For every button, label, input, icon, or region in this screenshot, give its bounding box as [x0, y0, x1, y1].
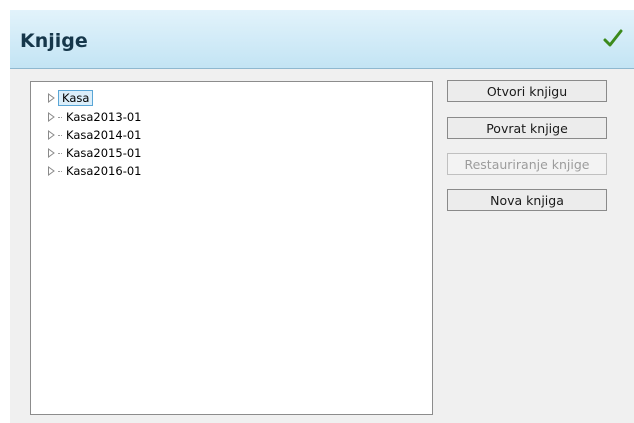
tree-connector: [58, 152, 62, 155]
tree-item-kasa2016[interactable]: Kasa2016-01: [47, 163, 143, 179]
tree-connector: [58, 134, 62, 137]
open-book-button[interactable]: Otvori knjigu: [447, 80, 607, 102]
triangle-right-icon[interactable]: [47, 130, 56, 140]
restore-book-button[interactable]: Restauriranje knjige: [447, 153, 607, 175]
books-dialog: Knjige Kasa Kasa2013-01 Kasa2014-01 Kasa…: [10, 10, 634, 423]
tree-connector: [58, 116, 62, 119]
tree-item-label: Kasa2015-01: [66, 145, 142, 160]
new-book-button[interactable]: Nova knjiga: [447, 189, 607, 211]
tree-item-kasa2015[interactable]: Kasa2015-01: [47, 145, 143, 161]
tree-item-kasa2014[interactable]: Kasa2014-01: [47, 127, 143, 143]
tree-connector: [58, 170, 62, 173]
tree-item-label: Kasa2016-01: [66, 163, 142, 178]
tree-item-kasa2013[interactable]: Kasa2013-01: [47, 109, 143, 125]
triangle-right-icon[interactable]: [47, 148, 56, 158]
return-book-button[interactable]: Povrat knjige: [447, 117, 607, 139]
tree-item-label: Kasa2014-01: [66, 127, 142, 142]
triangle-right-icon[interactable]: [47, 112, 56, 122]
dialog-title: Knjige: [20, 30, 88, 52]
dialog-header: Knjige: [10, 10, 634, 69]
tree-item-label: Kasa: [58, 90, 94, 106]
triangle-right-icon[interactable]: [47, 166, 56, 176]
book-tree[interactable]: Kasa Kasa2013-01 Kasa2014-01 Kasa2015-01: [30, 81, 433, 415]
tree-item-kasa[interactable]: Kasa: [47, 90, 94, 106]
triangle-right-icon[interactable]: [47, 93, 56, 103]
check-icon[interactable]: [602, 28, 624, 50]
tree-item-label: Kasa2013-01: [66, 109, 142, 124]
